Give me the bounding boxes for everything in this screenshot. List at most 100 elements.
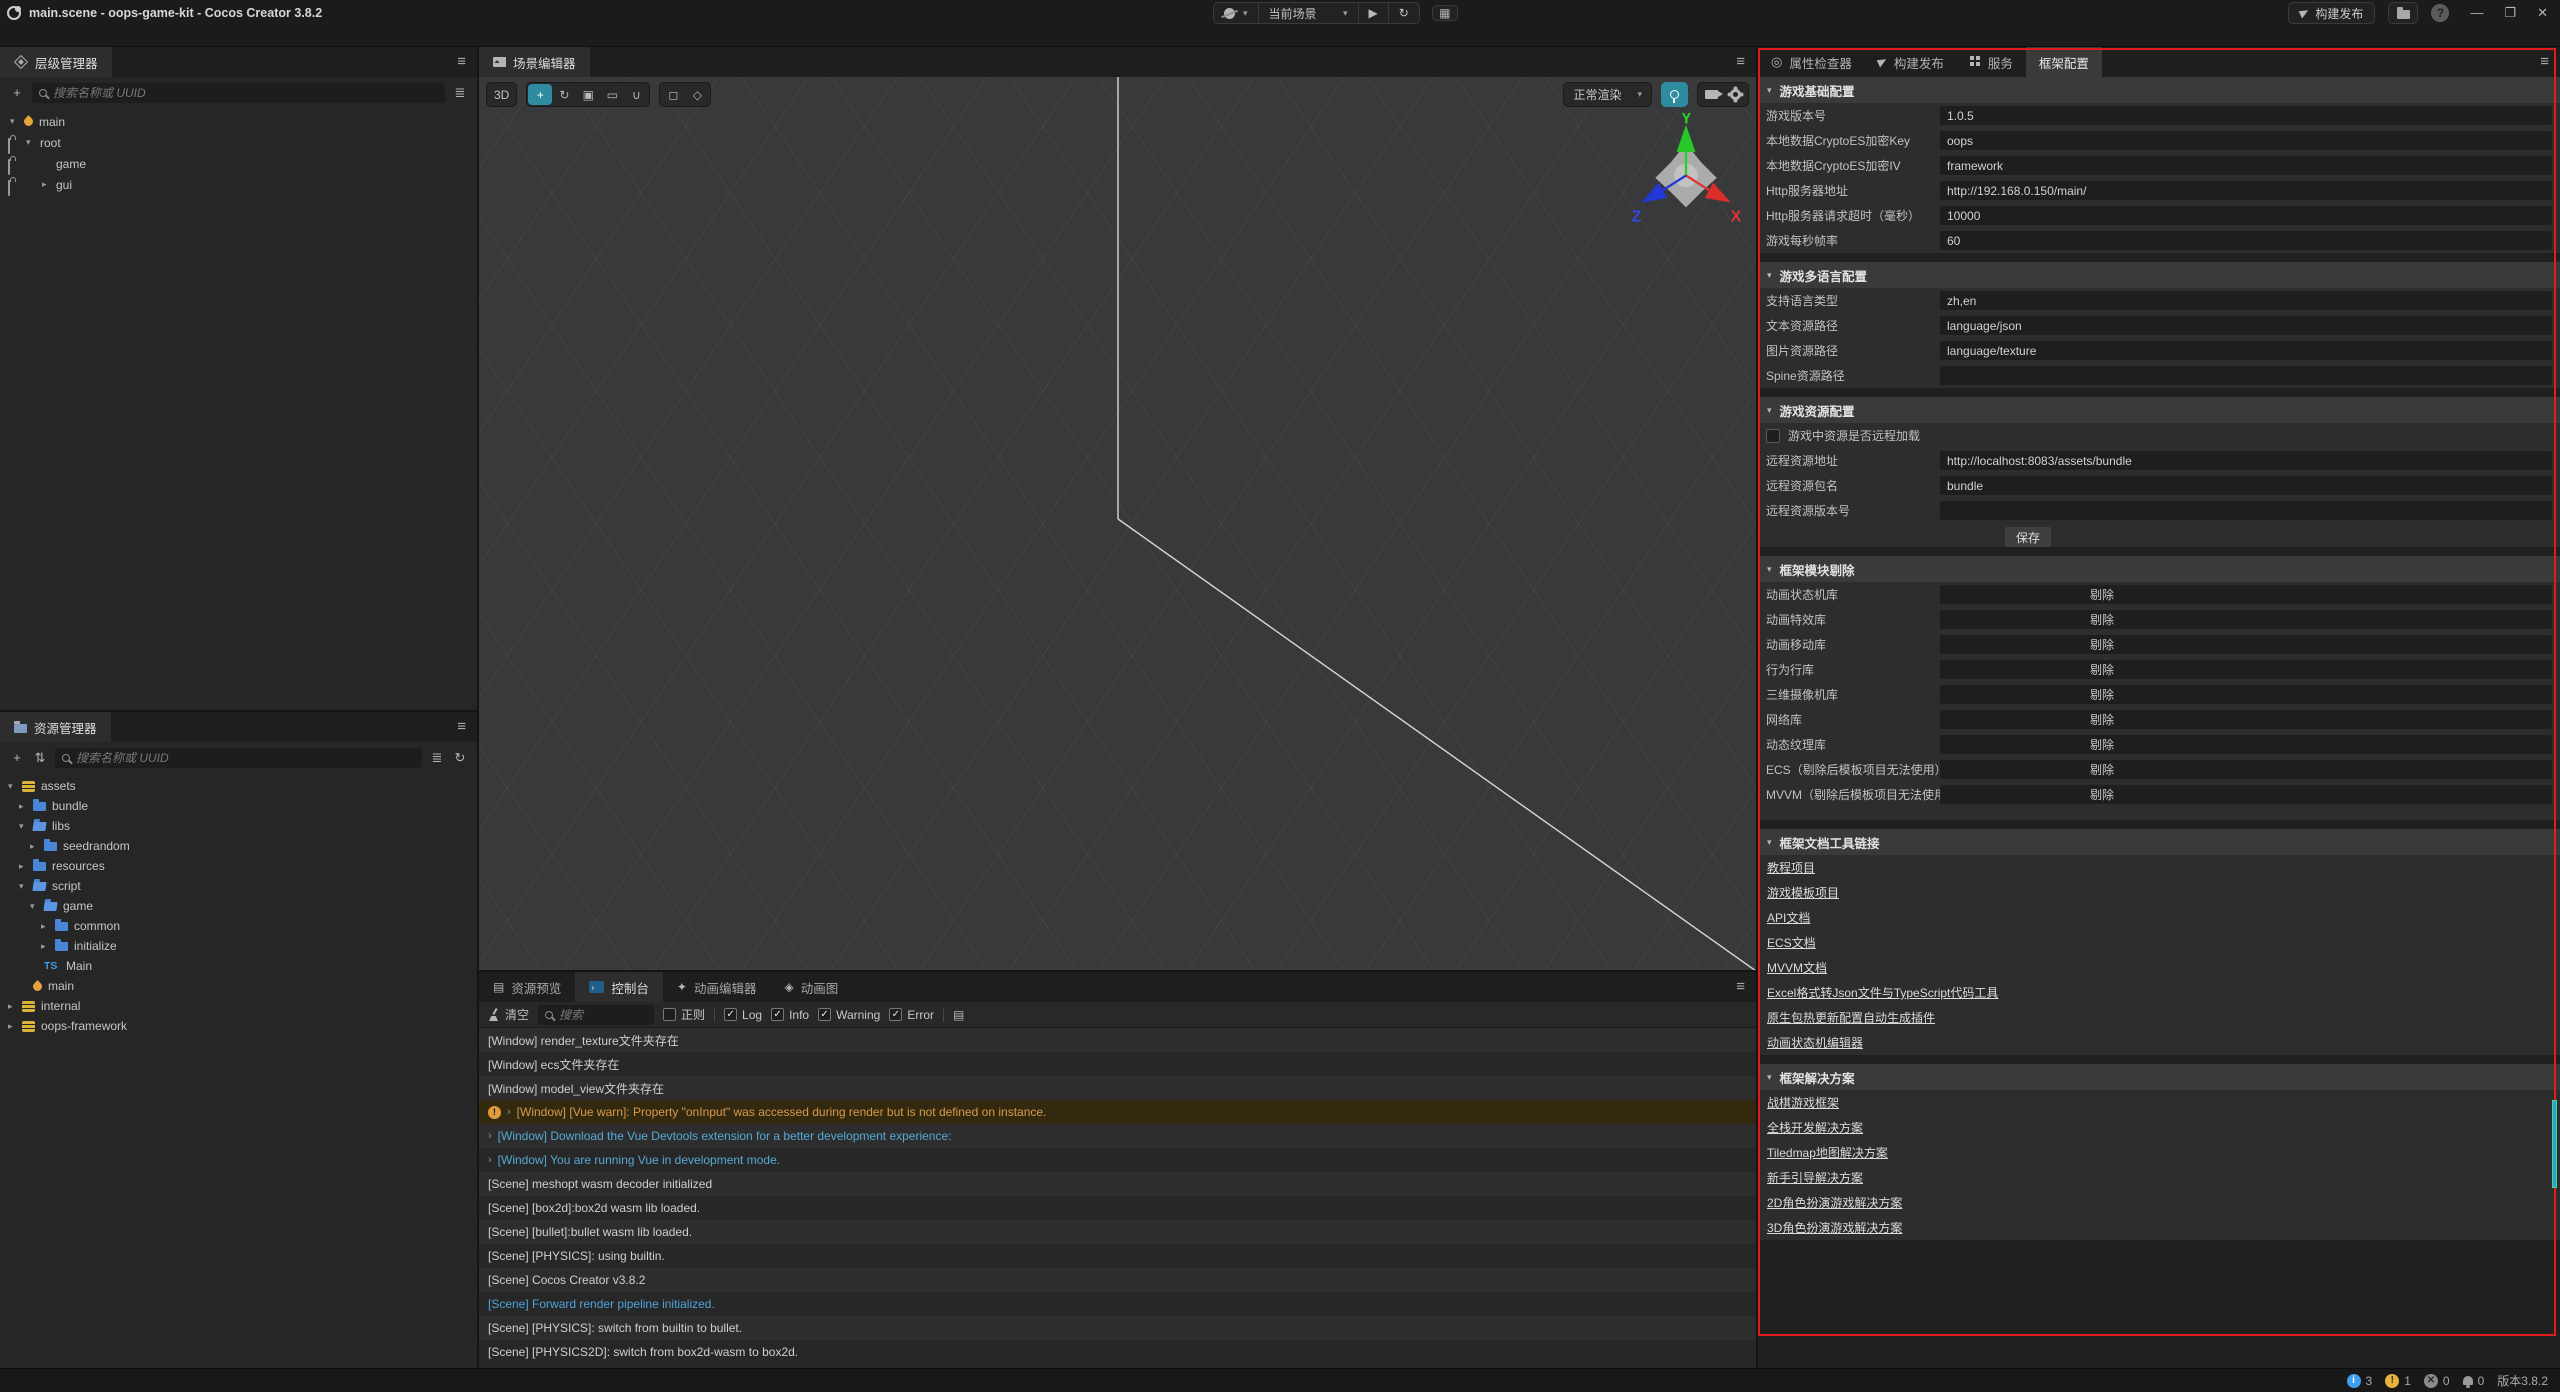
hierarchy-node[interactable]: gui	[0, 174, 477, 195]
expand-chevron-icon[interactable]: ›	[488, 1154, 492, 1166]
tab-animation-editor[interactable]: ✦ 动画编辑器	[663, 972, 771, 1002]
filter-icon[interactable]: ≣	[429, 750, 445, 766]
solution-link[interactable]: 全栈开发解决方案	[1767, 1119, 1863, 1136]
build-publish-button[interactable]: 构建发布	[2288, 2, 2375, 24]
qr-preview-button[interactable]: ▦	[1432, 5, 1458, 21]
rect-tool-button[interactable]: ▭	[600, 84, 624, 105]
panel-menu-icon[interactable]: ≡	[457, 718, 466, 735]
help-button[interactable]: ?	[2431, 4, 2449, 22]
console-search[interactable]	[538, 1005, 654, 1025]
panel-menu-icon[interactable]: ≡	[457, 53, 466, 70]
refresh-icon[interactable]: ↻	[452, 750, 468, 766]
clear-console-button[interactable]: 清空	[488, 1006, 529, 1023]
doc-link[interactable]: ECS文档	[1767, 934, 1816, 951]
asset-node[interactable]: oops-framework	[0, 1016, 477, 1036]
asset-node[interactable]: seedrandom	[0, 836, 477, 856]
camera-settings-button[interactable]	[1699, 84, 1723, 105]
panel-menu-icon[interactable]: ≡	[1736, 978, 1745, 995]
reload-button[interactable]: ↻	[1388, 3, 1419, 23]
section-header[interactable]: ▾ 框架文档工具链接	[1758, 829, 2560, 855]
text-input[interactable]: http://192.168.0.150/main/	[1940, 181, 2552, 200]
sort-assets-icon[interactable]: ⇅	[32, 750, 48, 766]
panel-menu-icon[interactable]: ≡	[1736, 53, 1745, 70]
expand-chevron-icon[interactable]	[8, 781, 22, 792]
expand-chevron-icon[interactable]	[30, 841, 44, 852]
scale-tool-button[interactable]: ▣	[576, 84, 600, 105]
section-header[interactable]: ▾ 游戏资源配置	[1758, 397, 2560, 423]
expand-chevron-icon[interactable]	[41, 941, 55, 952]
expand-chevron-icon[interactable]	[8, 1001, 22, 1012]
play-button[interactable]: ▶	[1358, 3, 1388, 23]
remove-module-button[interactable]: 剔除	[1940, 735, 2552, 754]
asset-node[interactable]: main	[0, 976, 477, 996]
render-mode-select[interactable]: 正常渲染 ▾	[1563, 82, 1652, 107]
asset-node[interactable]: common	[0, 916, 477, 936]
minimize-button[interactable]: —	[2470, 5, 2483, 21]
assets-search[interactable]	[55, 748, 422, 768]
text-input[interactable]	[1940, 501, 2552, 520]
close-button[interactable]: ✕	[2537, 5, 2548, 21]
warning-count[interactable]: ! 1	[2385, 1374, 2411, 1388]
axis-gizmo[interactable]: Y X Z	[1626, 113, 1746, 231]
expand-chevron-icon[interactable]	[19, 801, 33, 812]
info-count[interactable]: i 3	[2347, 1374, 2373, 1388]
remove-module-button[interactable]: 剔除	[1940, 710, 2552, 729]
asset-node[interactable]: libs	[0, 816, 477, 836]
filter-checkbox[interactable]: Log	[724, 1008, 762, 1022]
text-input[interactable]: language/texture	[1940, 341, 2552, 360]
text-input[interactable]: http://localhost:8083/assets/bundle	[1940, 451, 2552, 470]
doc-link[interactable]: 游戏模板项目	[1767, 884, 1839, 901]
scene-settings-button[interactable]	[1723, 84, 1747, 105]
expand-chevron-icon[interactable]	[41, 921, 55, 932]
tab-console[interactable]: › 控制台	[575, 972, 663, 1002]
scene-select[interactable]: 当前场景 ▾	[1258, 3, 1358, 23]
panel-menu-icon[interactable]: ≡	[2540, 53, 2549, 70]
text-input[interactable]: bundle	[1940, 476, 2552, 495]
rotate-tool-button[interactable]: ↻	[552, 84, 576, 105]
console-search-input[interactable]	[559, 1008, 647, 1022]
section-header[interactable]: ▾ 游戏多语言配置	[1758, 262, 2560, 288]
filter-checkbox[interactable]: Error	[889, 1008, 934, 1022]
expand-chevron-icon[interactable]	[8, 1021, 22, 1032]
section-header[interactable]: ▾ 框架模块剔除	[1758, 556, 2560, 582]
text-input[interactable]	[1940, 366, 2552, 385]
expand-chevron-icon[interactable]	[19, 881, 33, 892]
doc-link[interactable]: 动画状态机编辑器	[1767, 1034, 1863, 1051]
scene-viewport[interactable]: 3D + ↻ ▣ ▭ ∪ ◻ ◇ 正常渲染 ▾	[479, 77, 1756, 970]
remove-module-button[interactable]: 剔除	[1940, 610, 2552, 629]
solution-link[interactable]: Tiledmap地图解决方案	[1767, 1144, 1888, 1161]
expand-chevron-icon[interactable]	[10, 116, 24, 127]
expand-chevron-icon[interactable]: ›	[488, 1130, 492, 1142]
tab-property-inspector[interactable]: ◎ 属性检查器	[1758, 47, 1865, 77]
filter-checkbox[interactable]: Info	[771, 1008, 809, 1022]
hierarchy-search-input[interactable]	[53, 86, 438, 100]
expand-chevron-icon[interactable]	[19, 821, 33, 832]
asset-node[interactable]: Main	[0, 956, 477, 976]
remove-module-button[interactable]: 剔除	[1940, 685, 2552, 704]
filter-icon[interactable]: ≣	[452, 85, 468, 101]
open-project-folder-button[interactable]	[2388, 2, 2418, 24]
asset-node[interactable]: resources	[0, 856, 477, 876]
expand-chevron-icon[interactable]	[42, 179, 56, 190]
expand-chevron-icon[interactable]	[26, 137, 40, 148]
text-input[interactable]: zh,en	[1940, 291, 2552, 310]
filter-checkbox[interactable]: Warning	[818, 1008, 880, 1022]
remove-module-button[interactable]: 剔除	[1940, 585, 2552, 604]
inspector-scrollbar-thumb[interactable]	[2552, 1100, 2557, 1188]
solution-link[interactable]: 3D角色扮演游戏解决方案	[1767, 1219, 1902, 1236]
expand-chevron-icon[interactable]: ›	[507, 1106, 511, 1118]
expand-chevron-icon[interactable]	[30, 901, 44, 912]
asset-node[interactable]: initialize	[0, 936, 477, 956]
doc-link[interactable]: MVVM文档	[1767, 959, 1827, 976]
notification-count[interactable]: 0	[2463, 1374, 2485, 1388]
asset-node[interactable]: script	[0, 876, 477, 896]
pivot-toggle-button[interactable]: ◻	[661, 84, 685, 105]
save-button[interactable]: 保存	[2005, 527, 2051, 547]
section-header[interactable]: ▾ 框架解决方案	[1758, 1064, 2560, 1090]
asset-node[interactable]: game	[0, 896, 477, 916]
remove-module-button[interactable]: 剔除	[1940, 785, 2552, 804]
text-input[interactable]: 10000	[1940, 206, 2552, 225]
lighting-toggle-button[interactable]	[1661, 82, 1688, 107]
text-input[interactable]: framework	[1940, 156, 2552, 175]
regex-checkbox[interactable]: 正则	[663, 1006, 705, 1023]
